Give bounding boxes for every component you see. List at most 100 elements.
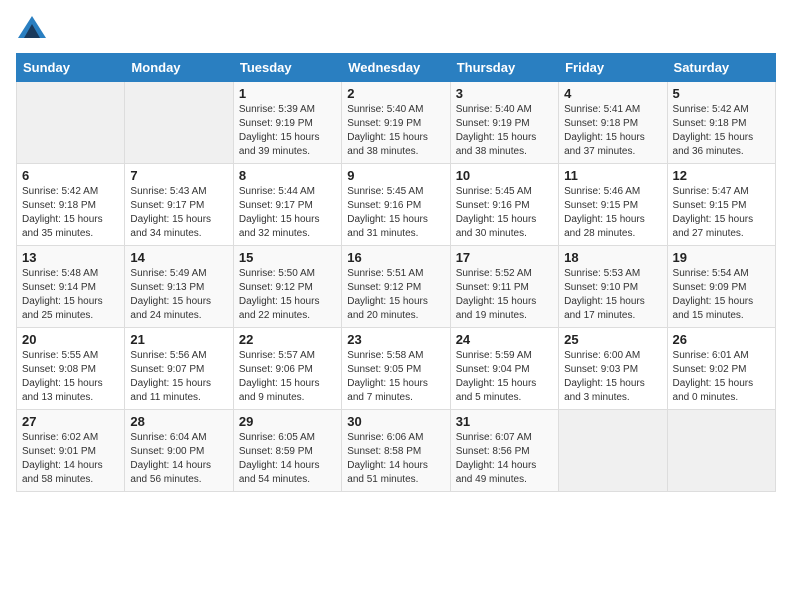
day-number: 25 — [564, 332, 661, 347]
calendar-cell: 4 Sunrise: 5:41 AMSunset: 9:18 PMDaylight… — [559, 82, 667, 164]
day-info: Sunrise: 5:57 AMSunset: 9:06 PMDaylight:… — [239, 349, 336, 405]
calendar-cell: 25 Sunrise: 6:00 AMSunset: 9:03 PMDayligh… — [559, 328, 667, 410]
day-number: 19 — [673, 250, 770, 265]
calendar-cell — [559, 410, 667, 492]
day-number: 13 — [22, 250, 119, 265]
day-number: 6 — [22, 168, 119, 183]
day-info: Sunrise: 6:01 AMSunset: 9:02 PMDaylight:… — [673, 349, 770, 405]
day-info: Sunrise: 5:40 AMSunset: 9:19 PMDaylight:… — [347, 103, 444, 159]
calendar-cell: 17 Sunrise: 5:52 AMSunset: 9:11 PMDayligh… — [450, 246, 558, 328]
day-number: 3 — [456, 86, 553, 101]
day-number: 26 — [673, 332, 770, 347]
weekday-header: Tuesday — [233, 54, 341, 82]
day-info: Sunrise: 5:44 AMSunset: 9:17 PMDaylight:… — [239, 185, 336, 241]
calendar-cell: 28 Sunrise: 6:04 AMSunset: 9:00 PMDayligh… — [125, 410, 233, 492]
day-info: Sunrise: 5:41 AMSunset: 9:18 PMDaylight:… — [564, 103, 661, 159]
day-info: Sunrise: 5:50 AMSunset: 9:12 PMDaylight:… — [239, 267, 336, 323]
day-number: 22 — [239, 332, 336, 347]
weekday-header: Friday — [559, 54, 667, 82]
page-header — [16, 16, 776, 43]
calendar-week-row: 1Sunrise: 5:39 AMSunset: 9:19 PMDaylight… — [17, 82, 776, 164]
day-number: 1 — [239, 86, 336, 101]
day-info: Sunrise: 5:49 AMSunset: 9:13 PMDaylight:… — [130, 267, 227, 323]
day-info: Sunrise: 5:46 AMSunset: 9:15 PMDaylight:… — [564, 185, 661, 241]
weekday-header: Thursday — [450, 54, 558, 82]
calendar-cell: 15 Sunrise: 5:50 AMSunset: 9:12 PMDayligh… — [233, 246, 341, 328]
calendar-cell: 6 Sunrise: 5:42 AMSunset: 9:18 PMDaylight… — [17, 164, 125, 246]
calendar-cell — [17, 82, 125, 164]
day-info: Sunrise: 5:51 AMSunset: 9:12 PMDaylight:… — [347, 267, 444, 323]
day-info: Sunrise: 5:42 AMSunset: 9:18 PMDaylight:… — [22, 185, 119, 241]
day-number: 27 — [22, 414, 119, 429]
day-number: 4 — [564, 86, 661, 101]
calendar-cell: 2Sunrise: 5:40 AMSunset: 9:19 PMDaylight… — [342, 82, 450, 164]
day-number: 14 — [130, 250, 227, 265]
day-number: 12 — [673, 168, 770, 183]
day-info: Sunrise: 5:43 AMSunset: 9:17 PMDaylight:… — [130, 185, 227, 241]
calendar-cell: 1Sunrise: 5:39 AMSunset: 9:19 PMDaylight… — [233, 82, 341, 164]
calendar-cell: 10Sunrise: 5:45 AMSunset: 9:16 PMDayligh… — [450, 164, 558, 246]
calendar-week-row: 13 Sunrise: 5:48 AMSunset: 9:14 PMDayligh… — [17, 246, 776, 328]
calendar-cell: 21 Sunrise: 5:56 AMSunset: 9:07 PMDayligh… — [125, 328, 233, 410]
day-info: Sunrise: 5:48 AMSunset: 9:14 PMDaylight:… — [22, 267, 119, 323]
calendar-cell: 24 Sunrise: 5:59 AMSunset: 9:04 PMDayligh… — [450, 328, 558, 410]
day-info: Sunrise: 5:56 AMSunset: 9:07 PMDaylight:… — [130, 349, 227, 405]
weekday-header: Monday — [125, 54, 233, 82]
calendar-table: SundayMondayTuesdayWednesdayThursdayFrid… — [16, 53, 776, 492]
calendar-cell: 11Sunrise: 5:46 AMSunset: 9:15 PMDayligh… — [559, 164, 667, 246]
day-info: Sunrise: 5:47 AMSunset: 9:15 PMDaylight:… — [673, 185, 770, 241]
calendar-cell: 16 Sunrise: 5:51 AMSunset: 9:12 PMDayligh… — [342, 246, 450, 328]
calendar-cell: 30 Sunrise: 6:06 AMSunset: 8:58 PMDayligh… — [342, 410, 450, 492]
calendar-cell: 12 Sunrise: 5:47 AMSunset: 9:15 PMDayligh… — [667, 164, 775, 246]
calendar-cell: 26 Sunrise: 6:01 AMSunset: 9:02 PMDayligh… — [667, 328, 775, 410]
day-info: Sunrise: 5:45 AMSunset: 9:16 PMDaylight:… — [347, 185, 444, 241]
day-number: 30 — [347, 414, 444, 429]
calendar-cell: 19 Sunrise: 5:54 AMSunset: 9:09 PMDayligh… — [667, 246, 775, 328]
day-number: 18 — [564, 250, 661, 265]
day-number: 31 — [456, 414, 553, 429]
logo-text — [16, 16, 46, 43]
day-number: 21 — [130, 332, 227, 347]
day-info: Sunrise: 5:53 AMSunset: 9:10 PMDaylight:… — [564, 267, 661, 323]
day-info: Sunrise: 5:54 AMSunset: 9:09 PMDaylight:… — [673, 267, 770, 323]
day-number: 17 — [456, 250, 553, 265]
day-number: 16 — [347, 250, 444, 265]
day-info: Sunrise: 6:00 AMSunset: 9:03 PMDaylight:… — [564, 349, 661, 405]
day-number: 9 — [347, 168, 444, 183]
calendar-cell: 18 Sunrise: 5:53 AMSunset: 9:10 PMDayligh… — [559, 246, 667, 328]
day-number: 28 — [130, 414, 227, 429]
calendar-cell: 20Sunrise: 5:55 AMSunset: 9:08 PMDayligh… — [17, 328, 125, 410]
day-number: 29 — [239, 414, 336, 429]
calendar-cell: 27 Sunrise: 6:02 AMSunset: 9:01 PMDayligh… — [17, 410, 125, 492]
calendar-cell: 22 Sunrise: 5:57 AMSunset: 9:06 PMDayligh… — [233, 328, 341, 410]
calendar-cell: 23Sunrise: 5:58 AMSunset: 9:05 PMDayligh… — [342, 328, 450, 410]
weekday-header: Sunday — [17, 54, 125, 82]
day-info: Sunrise: 5:52 AMSunset: 9:11 PMDaylight:… — [456, 267, 553, 323]
weekday-header: Wednesday — [342, 54, 450, 82]
day-info: Sunrise: 6:05 AMSunset: 8:59 PMDaylight:… — [239, 431, 336, 487]
calendar-cell: 9 Sunrise: 5:45 AMSunset: 9:16 PMDaylight… — [342, 164, 450, 246]
calendar-cell: 3 Sunrise: 5:40 AMSunset: 9:19 PMDaylight… — [450, 82, 558, 164]
calendar-cell: 7 Sunrise: 5:43 AMSunset: 9:17 PMDaylight… — [125, 164, 233, 246]
day-info: Sunrise: 6:04 AMSunset: 9:00 PMDaylight:… — [130, 431, 227, 487]
logo-icon — [18, 16, 46, 38]
calendar-cell: 13 Sunrise: 5:48 AMSunset: 9:14 PMDayligh… — [17, 246, 125, 328]
weekday-header: Saturday — [667, 54, 775, 82]
day-info: Sunrise: 5:55 AMSunset: 9:08 PMDaylight:… — [22, 349, 119, 405]
day-info: Sunrise: 6:02 AMSunset: 9:01 PMDaylight:… — [22, 431, 119, 487]
calendar-cell: 5Sunrise: 5:42 AMSunset: 9:18 PMDaylight… — [667, 82, 775, 164]
day-info: Sunrise: 6:06 AMSunset: 8:58 PMDaylight:… — [347, 431, 444, 487]
day-info: Sunrise: 6:07 AMSunset: 8:56 PMDaylight:… — [456, 431, 553, 487]
day-info: Sunrise: 5:59 AMSunset: 9:04 PMDaylight:… — [456, 349, 553, 405]
calendar-cell: 8Sunrise: 5:44 AMSunset: 9:17 PMDaylight… — [233, 164, 341, 246]
day-number: 24 — [456, 332, 553, 347]
calendar-cell: 14 Sunrise: 5:49 AMSunset: 9:13 PMDayligh… — [125, 246, 233, 328]
day-number: 15 — [239, 250, 336, 265]
logo — [16, 16, 46, 43]
calendar-cell: 31 Sunrise: 6:07 AMSunset: 8:56 PMDayligh… — [450, 410, 558, 492]
day-info: Sunrise: 5:45 AMSunset: 9:16 PMDaylight:… — [456, 185, 553, 241]
day-info: Sunrise: 5:40 AMSunset: 9:19 PMDaylight:… — [456, 103, 553, 159]
day-number: 7 — [130, 168, 227, 183]
calendar-week-row: 6 Sunrise: 5:42 AMSunset: 9:18 PMDaylight… — [17, 164, 776, 246]
calendar-header-row: SundayMondayTuesdayWednesdayThursdayFrid… — [17, 54, 776, 82]
